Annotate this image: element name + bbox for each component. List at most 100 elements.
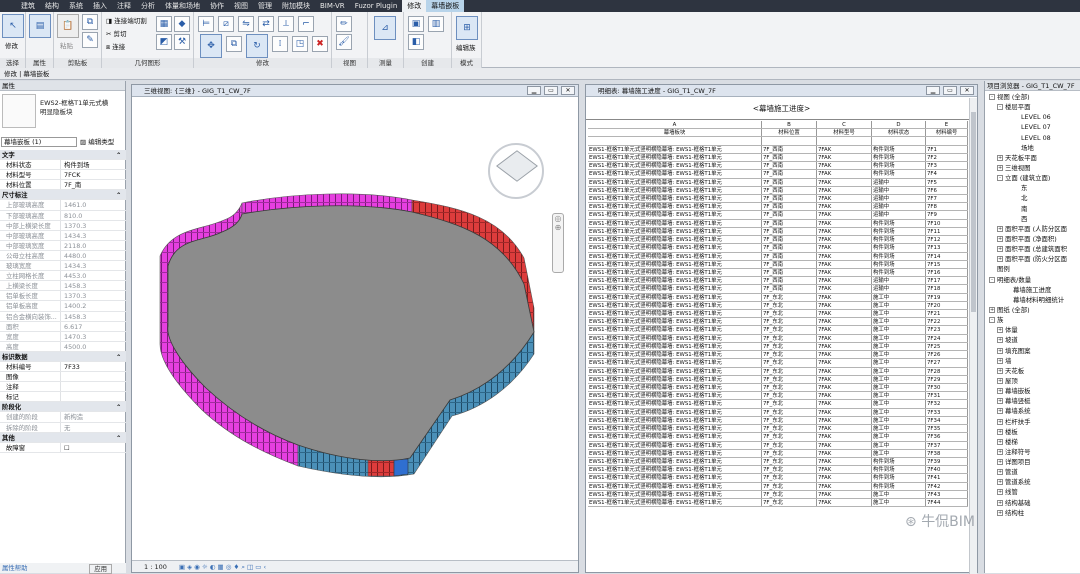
table-row[interactable]: EWS1-框格T1单元式竖明横隐幕墙: EWS1-框格T1单元 7F_东北 7FAK… (588, 408, 968, 417)
properties-help-link[interactable]: 属性帮助 (2, 564, 28, 572)
expand-icon[interactable]: + (997, 499, 1003, 506)
table-cell[interactable]: EWS1-框格T1单元式竖明横隐幕墙: EWS1-框格T1单元 (588, 285, 762, 293)
browser-node[interactable]: 场地 (985, 143, 1080, 153)
property-value[interactable] (61, 382, 126, 391)
table-cell[interactable]: 7F_东北 (762, 408, 817, 416)
view-control-icons[interactable]: ▣ ◈ ◉ ☼ ◐ ▦ ◎ ♦ ⌕ ◫ ▭ ‹ (179, 563, 266, 571)
table-cell[interactable]: 7F_东北 (762, 482, 817, 490)
property-value[interactable]: 7FCK (61, 170, 126, 179)
trim-button[interactable]: ⌐ (298, 16, 314, 32)
table-cell[interactable]: 7F7 (926, 194, 968, 203)
property-section[interactable]: 标识数据 ⌃ (0, 351, 126, 362)
property-value[interactable] (61, 372, 126, 381)
table-cell[interactable]: 施工中 (872, 293, 926, 301)
table-cell[interactable]: EWS1-框格T1单元式竖明横隐幕墙: EWS1-框格T1单元 (588, 219, 762, 227)
ribbon-tab[interactable]: 管理 (253, 0, 277, 12)
property-value[interactable]: ☐ (61, 443, 126, 452)
table-cell[interactable]: 7F_西南 (762, 186, 817, 194)
table-cell[interactable]: 施工中 (872, 408, 926, 416)
table-cell[interactable]: 7F28 (926, 367, 968, 375)
table-cell[interactable]: 7FAK (817, 466, 872, 474)
table-cell[interactable]: 7F43 (926, 490, 968, 499)
table-cell[interactable]: EWS1-框格T1单元式竖明横隐幕墙: EWS1-框格T1单元 (588, 482, 762, 490)
table-cell[interactable]: EWS1-框格T1单元式竖明横隐幕墙: EWS1-框格T1单元 (588, 342, 762, 351)
join-tool[interactable]: ⧈ 连接 (106, 41, 125, 52)
table-cell[interactable]: 7F1 (926, 145, 968, 153)
expand-icon[interactable]: + (989, 306, 995, 313)
table-cell[interactable]: 7F44 (926, 499, 968, 507)
table-cell[interactable]: EWS1-框格T1单元式竖明横隐幕墙: EWS1-框格T1单元 (588, 293, 762, 301)
table-cell[interactable]: 施工中 (872, 310, 926, 318)
table-cell[interactable]: 7FAK (817, 285, 872, 293)
ribbon-tab[interactable]: 视图 (229, 0, 253, 12)
table-cell[interactable]: 7F17 (926, 277, 968, 285)
table-cell[interactable]: 构件到场 (872, 482, 926, 490)
offset-button[interactable]: ⧄ (218, 16, 234, 32)
table-cell[interactable]: 7F_西南 (762, 178, 817, 186)
create-group-button[interactable]: ▣ (408, 16, 424, 32)
table-cell[interactable]: 7F_东北 (762, 326, 817, 334)
table-row[interactable]: EWS1-框格T1单元式竖明横隐幕墙: EWS1-框格T1单元 7F_东北 7FAK… (588, 425, 968, 434)
table-cell[interactable]: 7F_西南 (762, 236, 817, 244)
table-cell[interactable]: 7FAK (817, 359, 872, 367)
table-row[interactable]: EWS1-框格T1单元式竖明横隐幕墙: EWS1-框格T1单元 7F_东北 7FAK… (588, 384, 968, 393)
table-cell[interactable]: 7F_东北 (762, 457, 817, 466)
expand-icon[interactable]: + (997, 388, 1003, 395)
properties-button[interactable]: ▤ (29, 14, 51, 38)
table-cell[interactable]: 7FAK (817, 367, 872, 375)
table-cell[interactable]: 7F9 (926, 211, 968, 219)
browser-node[interactable]: 图例 (985, 264, 1080, 274)
table-row[interactable]: EWS1-框格T1单元式竖明横隐幕墙: EWS1-框格T1单元 7F_东北 7FAK… (588, 490, 968, 500)
expand-icon[interactable]: + (997, 337, 1003, 344)
table-cell[interactable]: 7F16 (926, 268, 968, 277)
table-cell[interactable]: 7FAK (817, 186, 872, 194)
expand-icon[interactable]: + (997, 225, 1003, 232)
table-cell[interactable]: 7F12 (926, 236, 968, 244)
table-cell[interactable]: 7F_东北 (762, 441, 817, 449)
property-section[interactable]: 阶段化 ⌃ (0, 402, 126, 413)
table-cell[interactable]: 7F38 (926, 449, 968, 457)
browser-node[interactable]: + 管道系统 (985, 477, 1080, 487)
property-row[interactable]: 材料位置 7F_南 (0, 180, 126, 191)
table-cell[interactable]: 施工中 (872, 416, 926, 425)
table-row[interactable]: EWS1-框格T1单元式竖明横隐幕墙: EWS1-框格T1单元 7F_西南 7FAK… (588, 277, 968, 286)
table-row[interactable]: EWS1-框格T1单元式竖明横隐幕墙: EWS1-框格T1单元 7F_东北 7FAK… (588, 375, 968, 384)
table-cell[interactable]: EWS1-框格T1单元式竖明横隐幕墙: EWS1-框格T1单元 (588, 162, 762, 170)
split-button[interactable]: ⟂ (278, 16, 294, 32)
ribbon-tab[interactable]: 幕墙嵌板 (426, 0, 465, 12)
expand-icon[interactable]: + (997, 256, 1003, 263)
browser-node[interactable]: + 天花板 (985, 366, 1080, 376)
table-cell[interactable]: 7FAK (817, 326, 872, 334)
property-row[interactable]: 材料状态 构件到场 (0, 160, 126, 171)
table-cell[interactable]: 7F_西南 (762, 285, 817, 293)
table-row[interactable]: EWS1-框格T1单元式竖明横隐幕墙: EWS1-框格T1单元 7F_西南 7FAK… (588, 236, 968, 245)
expand-icon[interactable]: + (997, 377, 1003, 384)
schedule-window[interactable]: 明细表: 幕墙施工进度 - GIG_T1_CW_7F ▁ ▭ ✕ <幕墙施工进度> … (585, 84, 978, 574)
table-cell[interactable]: 7FAK (817, 145, 872, 153)
table-row[interactable]: EWS1-框格T1单元式竖明横隐幕墙: EWS1-框格T1单元 7F_东北 7FAK… (588, 310, 968, 319)
ribbon-tab[interactable]: 注释 (112, 0, 136, 12)
table-cell[interactable]: 7FAK (817, 260, 872, 268)
table-cell[interactable]: EWS1-框格T1单元式竖明横隐幕墙: EWS1-框格T1单元 (588, 170, 762, 178)
table-cell[interactable]: 7FAK (817, 310, 872, 318)
table-cell[interactable]: 7F_东北 (762, 416, 817, 425)
table-cell[interactable]: EWS1-框格T1单元式竖明横隐幕墙: EWS1-框格T1单元 (588, 252, 762, 260)
table-cell[interactable]: 7FAK (817, 268, 872, 277)
type-name[interactable]: EWS2-框格T1单元式横 明显隐板块 (40, 99, 108, 117)
table-cell[interactable]: 7F_东北 (762, 301, 817, 310)
table-row[interactable]: EWS1-框格T1单元式竖明横隐幕墙: EWS1-框格T1单元 7F_东北 7FAK… (588, 416, 968, 426)
expand-icon[interactable]: + (997, 367, 1003, 374)
expand-icon[interactable]: + (997, 469, 1003, 476)
table-cell[interactable]: EWS1-框格T1单元式竖明横隐幕墙: EWS1-框格T1单元 (588, 367, 762, 375)
browser-node[interactable]: + 墙 (985, 356, 1080, 366)
scroll-thumb[interactable] (971, 112, 976, 312)
expand-icon[interactable]: + (997, 164, 1003, 171)
table-cell[interactable]: 构件到场 (872, 457, 926, 466)
table-cell[interactable]: 7F19 (926, 293, 968, 301)
table-cell[interactable]: 7F_西南 (762, 162, 817, 170)
table-cell[interactable]: EWS1-框格T1单元式竖明横隐幕墙: EWS1-框格T1单元 (588, 277, 762, 285)
table-row[interactable]: EWS1-框格T1单元式竖明横隐幕墙: EWS1-框格T1单元 7F_东北 7FAK… (588, 499, 968, 508)
table-cell[interactable]: 7F_东北 (762, 375, 817, 383)
table-cell[interactable]: 构件到场 (872, 474, 926, 482)
table-cell[interactable]: EWS1-框格T1单元式竖明横隐幕墙: EWS1-框格T1单元 (588, 203, 762, 211)
